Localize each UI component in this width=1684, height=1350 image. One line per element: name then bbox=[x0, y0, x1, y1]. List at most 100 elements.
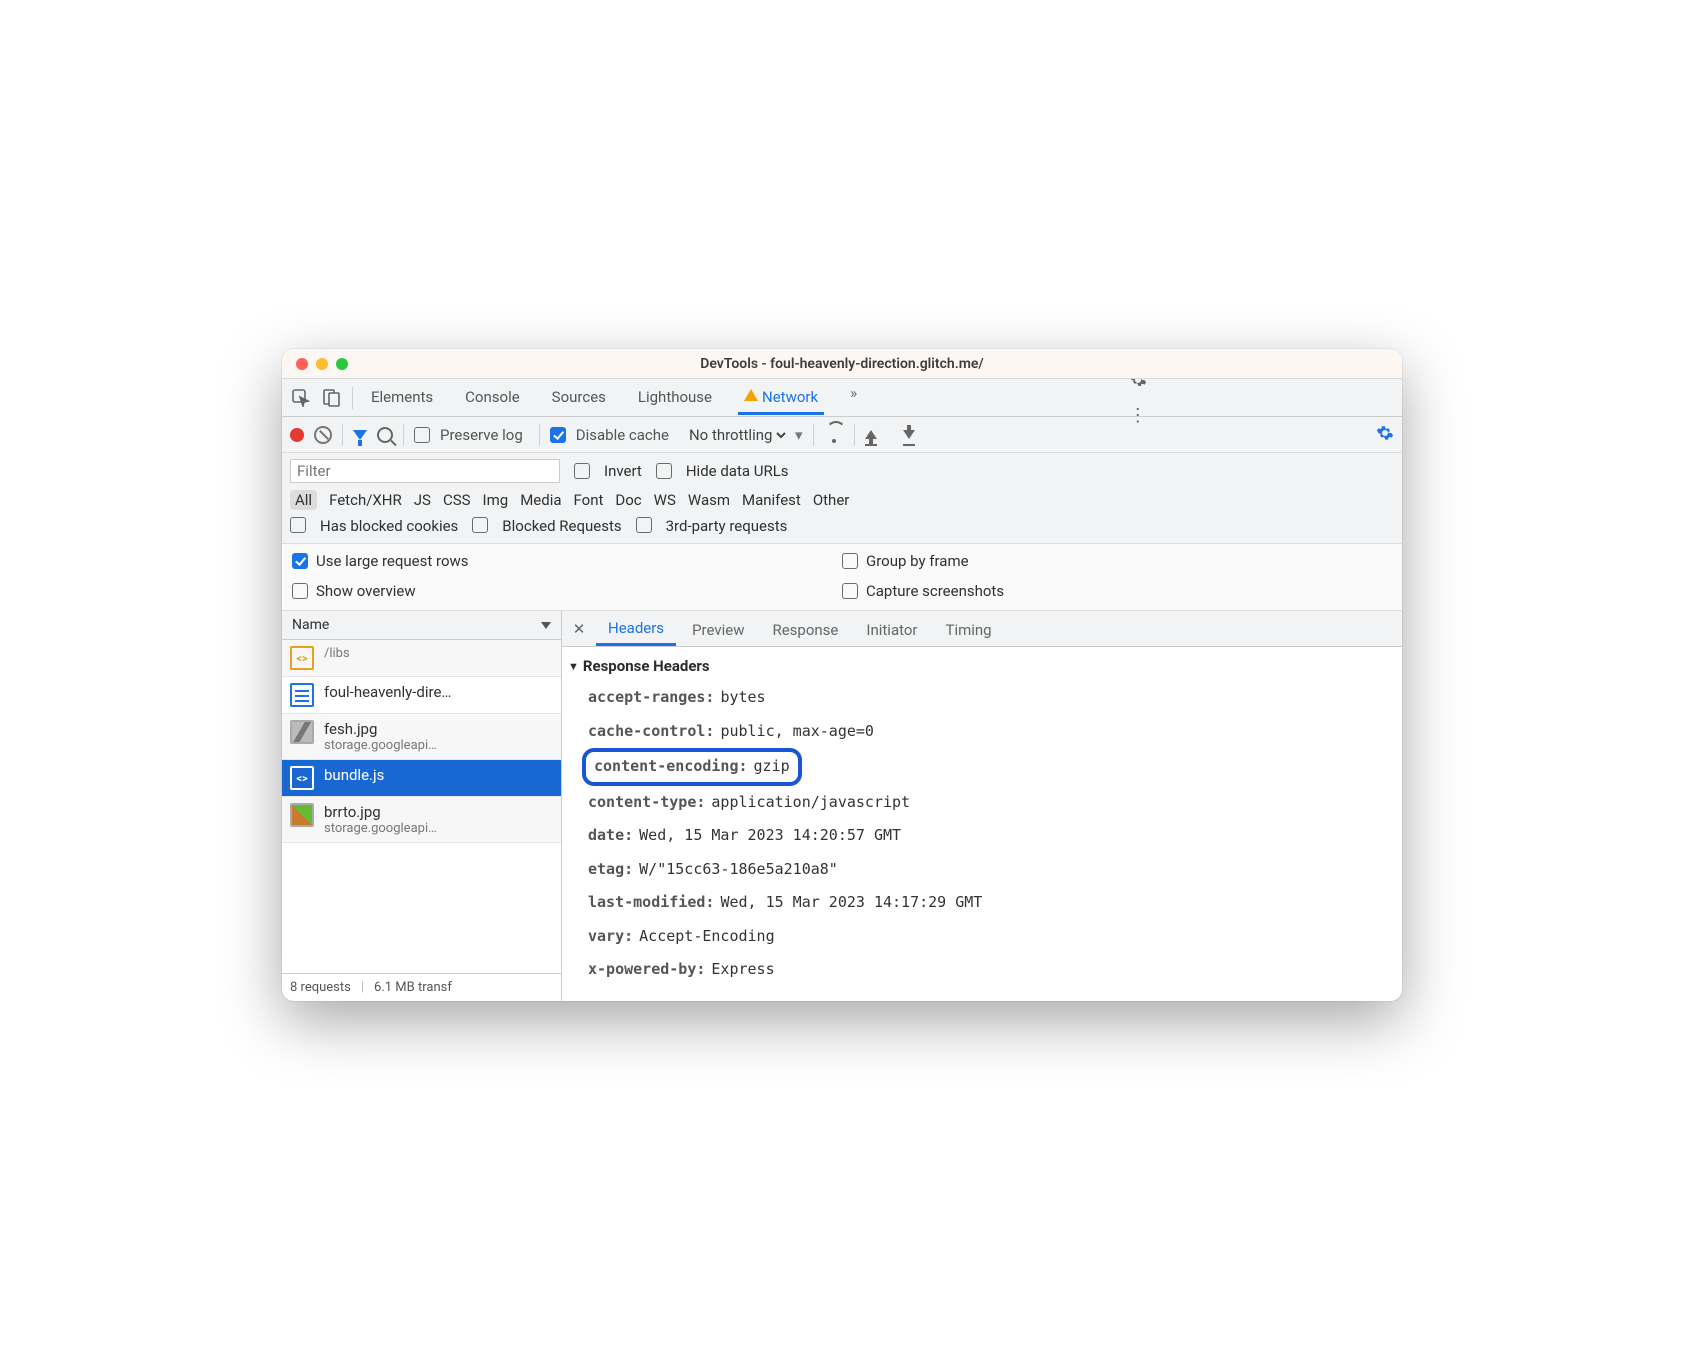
header-row: cache-control:public, max-age=0 bbox=[566, 715, 1398, 749]
type-doc[interactable]: Doc bbox=[615, 491, 641, 509]
inspect-icon[interactable] bbox=[286, 383, 316, 413]
network-gear-icon[interactable] bbox=[1376, 424, 1394, 446]
type-js[interactable]: JS bbox=[414, 491, 431, 509]
request-row[interactable]: brrto.jpgstorage.googleapi… bbox=[282, 797, 561, 843]
tab-elements[interactable]: Elements bbox=[365, 380, 439, 415]
header-key: content-encoding: bbox=[594, 754, 748, 780]
traffic-lights bbox=[282, 358, 348, 370]
header-key: accept-ranges: bbox=[588, 685, 714, 711]
filter-input[interactable] bbox=[290, 459, 560, 483]
tab-sources[interactable]: Sources bbox=[546, 380, 612, 415]
capture-screenshots-checkbox[interactable] bbox=[842, 583, 858, 599]
hide-data-urls-checkbox[interactable] bbox=[656, 463, 672, 479]
show-overview-label: Show overview bbox=[316, 582, 416, 600]
preserve-log-checkbox[interactable] bbox=[414, 427, 430, 443]
more-tabs-button[interactable] bbox=[844, 380, 861, 415]
divider bbox=[352, 387, 353, 409]
header-value: Wed, 15 Mar 2023 14:17:29 GMT bbox=[720, 890, 982, 916]
zoom-icon[interactable] bbox=[336, 358, 348, 370]
warning-icon bbox=[744, 389, 758, 401]
tab-network[interactable]: Network bbox=[738, 380, 824, 415]
type-manifest[interactable]: Manifest bbox=[742, 491, 801, 509]
header-row: content-type:application/javascript bbox=[566, 786, 1398, 820]
close-icon[interactable] bbox=[296, 358, 308, 370]
invert-checkbox[interactable] bbox=[574, 463, 590, 479]
large-rows-checkbox[interactable] bbox=[292, 553, 308, 569]
header-value: W/"15cc63-186e5a210a8" bbox=[639, 857, 838, 883]
group-by-frame-label: Group by frame bbox=[866, 552, 969, 570]
name-column-header[interactable]: Name bbox=[282, 611, 561, 640]
has-blocked-cookies-label: Has blocked cookies bbox=[320, 517, 458, 535]
has-blocked-cookies-checkbox[interactable] bbox=[290, 517, 306, 533]
type-other[interactable]: Other bbox=[813, 491, 850, 509]
type-wasm[interactable]: Wasm bbox=[688, 491, 730, 509]
blocked-requests-checkbox[interactable] bbox=[472, 517, 488, 533]
divider bbox=[854, 424, 855, 446]
record-button[interactable] bbox=[290, 428, 304, 442]
header-row-highlighted: content-encoding:gzip bbox=[582, 748, 802, 786]
request-row[interactable]: <> /libs bbox=[282, 640, 561, 677]
request-name: brrto.jpg bbox=[324, 803, 437, 821]
disable-cache-label: Disable cache bbox=[576, 426, 669, 444]
third-party-checkbox[interactable] bbox=[636, 517, 652, 533]
disable-cache-checkbox[interactable] bbox=[550, 427, 566, 443]
tab-console[interactable]: Console bbox=[459, 380, 526, 415]
header-value: Accept-Encoding bbox=[639, 924, 774, 950]
header-key: etag: bbox=[588, 857, 633, 883]
throttling-select[interactable]: No throttling bbox=[685, 425, 789, 445]
request-row-selected[interactable]: <> bundle.js bbox=[282, 760, 561, 797]
tab-preview[interactable]: Preview bbox=[680, 613, 756, 645]
transfer-size: 6.1 MB transf bbox=[374, 980, 452, 995]
script-icon: <> bbox=[290, 766, 314, 790]
minimize-icon[interactable] bbox=[316, 358, 328, 370]
header-row: vary:Accept-Encoding bbox=[566, 920, 1398, 954]
close-icon[interactable]: ✕ bbox=[566, 620, 592, 638]
tab-network-label: Network bbox=[762, 388, 818, 406]
request-count: 8 requests bbox=[290, 980, 351, 995]
status-bar: 8 requests | 6.1 MB transf bbox=[282, 973, 561, 1001]
search-icon[interactable] bbox=[377, 427, 393, 443]
request-row[interactable]: fesh.jpgstorage.googleapi… bbox=[282, 714, 561, 760]
image-icon bbox=[290, 803, 314, 827]
device-toggle-icon[interactable] bbox=[316, 383, 346, 413]
header-key: content-type: bbox=[588, 790, 705, 816]
request-path: storage.googleapi… bbox=[324, 738, 437, 753]
hide-data-urls-label: Hide data URLs bbox=[686, 462, 789, 480]
third-party-label: 3rd-party requests bbox=[666, 517, 788, 535]
detail-tabs: ✕ Headers Preview Response Initiator Tim… bbox=[562, 611, 1402, 647]
tab-lighthouse[interactable]: Lighthouse bbox=[632, 380, 718, 415]
header-row: date:Wed, 15 Mar 2023 14:20:57 GMT bbox=[566, 819, 1398, 853]
type-fetch-xhr[interactable]: Fetch/XHR bbox=[329, 491, 402, 509]
divider bbox=[813, 424, 814, 446]
type-css[interactable]: CSS bbox=[443, 491, 471, 509]
titlebar: DevTools - foul-heavenly-direction.glitc… bbox=[282, 349, 1402, 379]
tab-timing[interactable]: Timing bbox=[934, 613, 1004, 645]
request-detail-panel: ✕ Headers Preview Response Initiator Tim… bbox=[562, 611, 1402, 1001]
show-overview-checkbox[interactable] bbox=[292, 583, 308, 599]
type-font[interactable]: Font bbox=[574, 491, 604, 509]
type-img[interactable]: Img bbox=[483, 491, 509, 509]
type-ws[interactable]: WS bbox=[654, 491, 676, 509]
divider: | bbox=[361, 980, 364, 995]
response-headers-section[interactable]: Response Headers bbox=[566, 653, 1398, 681]
request-path: storage.googleapi… bbox=[324, 821, 437, 836]
clear-button[interactable] bbox=[314, 426, 332, 444]
type-all[interactable]: All bbox=[290, 490, 317, 510]
group-by-frame-checkbox[interactable] bbox=[842, 553, 858, 569]
header-value: application/javascript bbox=[711, 790, 910, 816]
header-key: x-powered-by: bbox=[588, 957, 705, 983]
upload-har-icon[interactable] bbox=[865, 430, 877, 439]
tab-response[interactable]: Response bbox=[760, 613, 850, 645]
image-icon bbox=[290, 720, 314, 744]
download-har-icon[interactable] bbox=[903, 430, 915, 439]
network-conditions-icon[interactable] bbox=[824, 427, 844, 443]
request-row[interactable]: foul-heavenly-dire… bbox=[282, 677, 561, 714]
filter-icon[interactable] bbox=[353, 430, 367, 440]
request-name: foul-heavenly-dire… bbox=[324, 683, 451, 701]
tab-initiator[interactable]: Initiator bbox=[854, 613, 929, 645]
panel-tabbar: Elements Console Sources Lighthouse Netw… bbox=[282, 379, 1402, 417]
type-media[interactable]: Media bbox=[520, 491, 561, 509]
kebab-menu-icon[interactable]: ⋮ bbox=[1123, 401, 1153, 431]
request-name: bundle.js bbox=[324, 766, 384, 784]
tab-headers[interactable]: Headers bbox=[596, 611, 676, 646]
